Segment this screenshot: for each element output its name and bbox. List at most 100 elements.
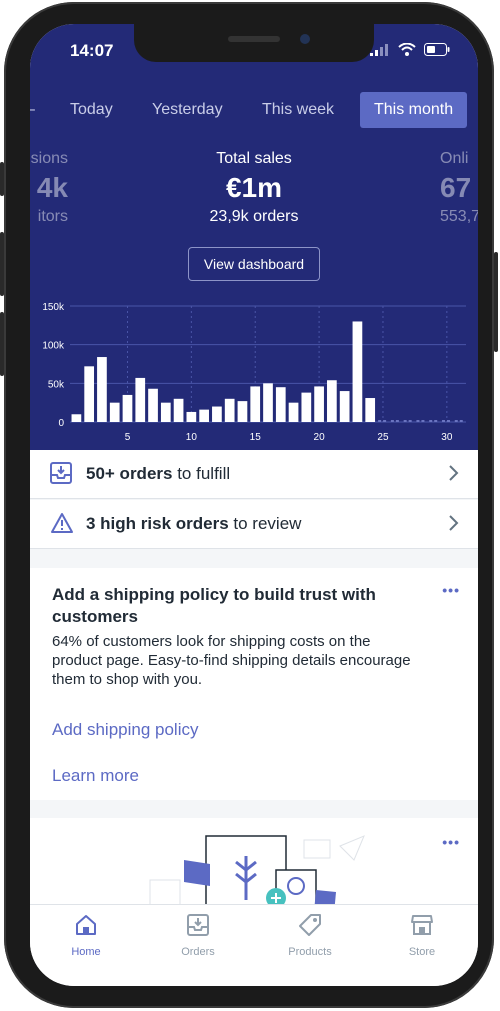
total-sales-value: €1m [225, 172, 283, 203]
bar [314, 386, 324, 422]
sales-overview: 14:07 – Today [30, 24, 478, 450]
bar [71, 414, 82, 422]
wifi-icon [398, 43, 416, 56]
bar [160, 402, 171, 422]
y-tick-label: 150k [42, 302, 65, 313]
nav-orders-label: Orders [181, 946, 215, 958]
warning-triangle-icon [51, 513, 73, 533]
chevron-right-icon [449, 465, 459, 481]
nav-products[interactable]: Products [270, 913, 350, 958]
bar [275, 387, 286, 422]
bottom-navigation: Home Orders Products Store [30, 904, 478, 986]
total-sales-title: Total sales [216, 150, 292, 167]
bar [327, 380, 337, 422]
orders-icon [187, 914, 209, 936]
card2-menu-button[interactable]: ••• [442, 834, 460, 850]
x-tick-label: 5 [125, 432, 131, 443]
bar [186, 411, 197, 422]
nav-store-label: Store [408, 946, 436, 958]
camera [300, 34, 310, 44]
bar [352, 321, 363, 422]
x-tick-label: 10 [186, 432, 198, 443]
sales-bar-chart: 0 50k 100k 150k 5 10 15 20 25 30 [42, 302, 466, 443]
card-menu-button[interactable]: ••• [442, 582, 460, 598]
inbox-download-icon [50, 462, 72, 484]
bar [173, 398, 184, 422]
nav-store[interactable]: Store [382, 913, 462, 958]
orders-to-fulfill-row[interactable]: 50+ orders to fulfill [30, 450, 478, 499]
volume-up-button [0, 232, 4, 296]
screen: 14:07 – Today [30, 24, 478, 986]
orders-to-fulfill-rest: to fulfill [172, 464, 231, 483]
x-tick-label: 20 [314, 432, 326, 443]
bar [365, 398, 376, 422]
online-label: Onli [440, 150, 469, 167]
high-risk-orders-label: 3 high risk orders to review [86, 514, 301, 534]
x-tick-label: 25 [377, 432, 389, 443]
tab-overflow-left[interactable]: – [30, 92, 35, 128]
bar [250, 386, 261, 422]
bar [109, 402, 120, 422]
bar [301, 392, 312, 422]
home-icon [76, 915, 96, 935]
x-tick-label: 30 [441, 432, 453, 443]
bar [212, 406, 222, 422]
mute-switch [0, 162, 4, 196]
nav-home-label: Home [71, 946, 101, 958]
visitors-label: itors [37, 208, 68, 225]
status-icons [370, 43, 450, 56]
view-dashboard-button[interactable]: View dashboard [188, 247, 320, 281]
y-tick-label: 0 [58, 418, 64, 429]
speaker [228, 36, 280, 42]
sessions-label: sions [30, 150, 68, 167]
orders-count-bold: 50+ orders [86, 464, 173, 483]
bar [263, 383, 273, 422]
bar [148, 388, 158, 422]
card-body: 64% of customers look for shipping costs… [52, 633, 411, 688]
y-tick-label: 50k [48, 379, 65, 390]
bar [84, 366, 95, 422]
bar [97, 357, 107, 422]
high-risk-bold: 3 high risk orders [86, 514, 229, 533]
high-risk-orders-row[interactable]: 3 high risk orders to review [30, 500, 478, 549]
tab-today[interactable]: Today [70, 92, 113, 128]
power-button [494, 252, 498, 352]
nav-home[interactable]: Home [46, 913, 126, 958]
illustration-card: ••• [30, 818, 478, 910]
bar [288, 402, 299, 422]
tab-this-month[interactable]: This month [360, 92, 468, 128]
online-metric[interactable]: Onli 67 553,7 [440, 150, 478, 226]
y-tick-label: 100k [42, 341, 65, 352]
bar [199, 409, 209, 422]
nav-products-label: Products [288, 946, 332, 958]
sessions-value: 4k [36, 172, 68, 203]
online-sub: 553,7 [440, 208, 478, 225]
total-sales-metric[interactable]: Total sales €1m 23,9k orders [154, 150, 354, 226]
store-illustration [149, 835, 365, 910]
tab-yesterday[interactable]: Yesterday [152, 92, 223, 128]
phone-frame: 14:07 – Today [0, 2, 498, 1008]
chevron-right-icon [449, 515, 459, 531]
tab-this-week[interactable]: This week [262, 92, 334, 128]
status-time: 14:07 [70, 41, 114, 60]
x-tick-label: 15 [250, 432, 262, 443]
date-range-tabs: – Today Yesterday This week This month [30, 92, 478, 128]
nav-orders[interactable]: Orders [158, 913, 238, 958]
tag-icon [299, 914, 321, 936]
bar [237, 401, 248, 422]
sessions-metric[interactable]: sions 4k itors [30, 150, 68, 226]
add-shipping-policy-link[interactable]: Add shipping policy [52, 720, 198, 740]
store-icon [411, 915, 433, 935]
bar [135, 377, 146, 422]
notch [134, 24, 374, 62]
battery-icon [424, 43, 450, 56]
orders-to-fulfill-label: 50+ orders to fulfill [86, 464, 230, 484]
learn-more-link[interactable]: Learn more [52, 766, 139, 786]
shipping-policy-card: Add a shipping policy to build trust wit… [30, 568, 478, 800]
orders-count: 23,9k orders [209, 208, 299, 225]
card-title: Add a shipping policy to build trust wit… [52, 585, 376, 626]
high-risk-rest: to review [228, 514, 302, 533]
bar [122, 394, 133, 422]
bar [224, 398, 235, 422]
bar [339, 391, 350, 422]
